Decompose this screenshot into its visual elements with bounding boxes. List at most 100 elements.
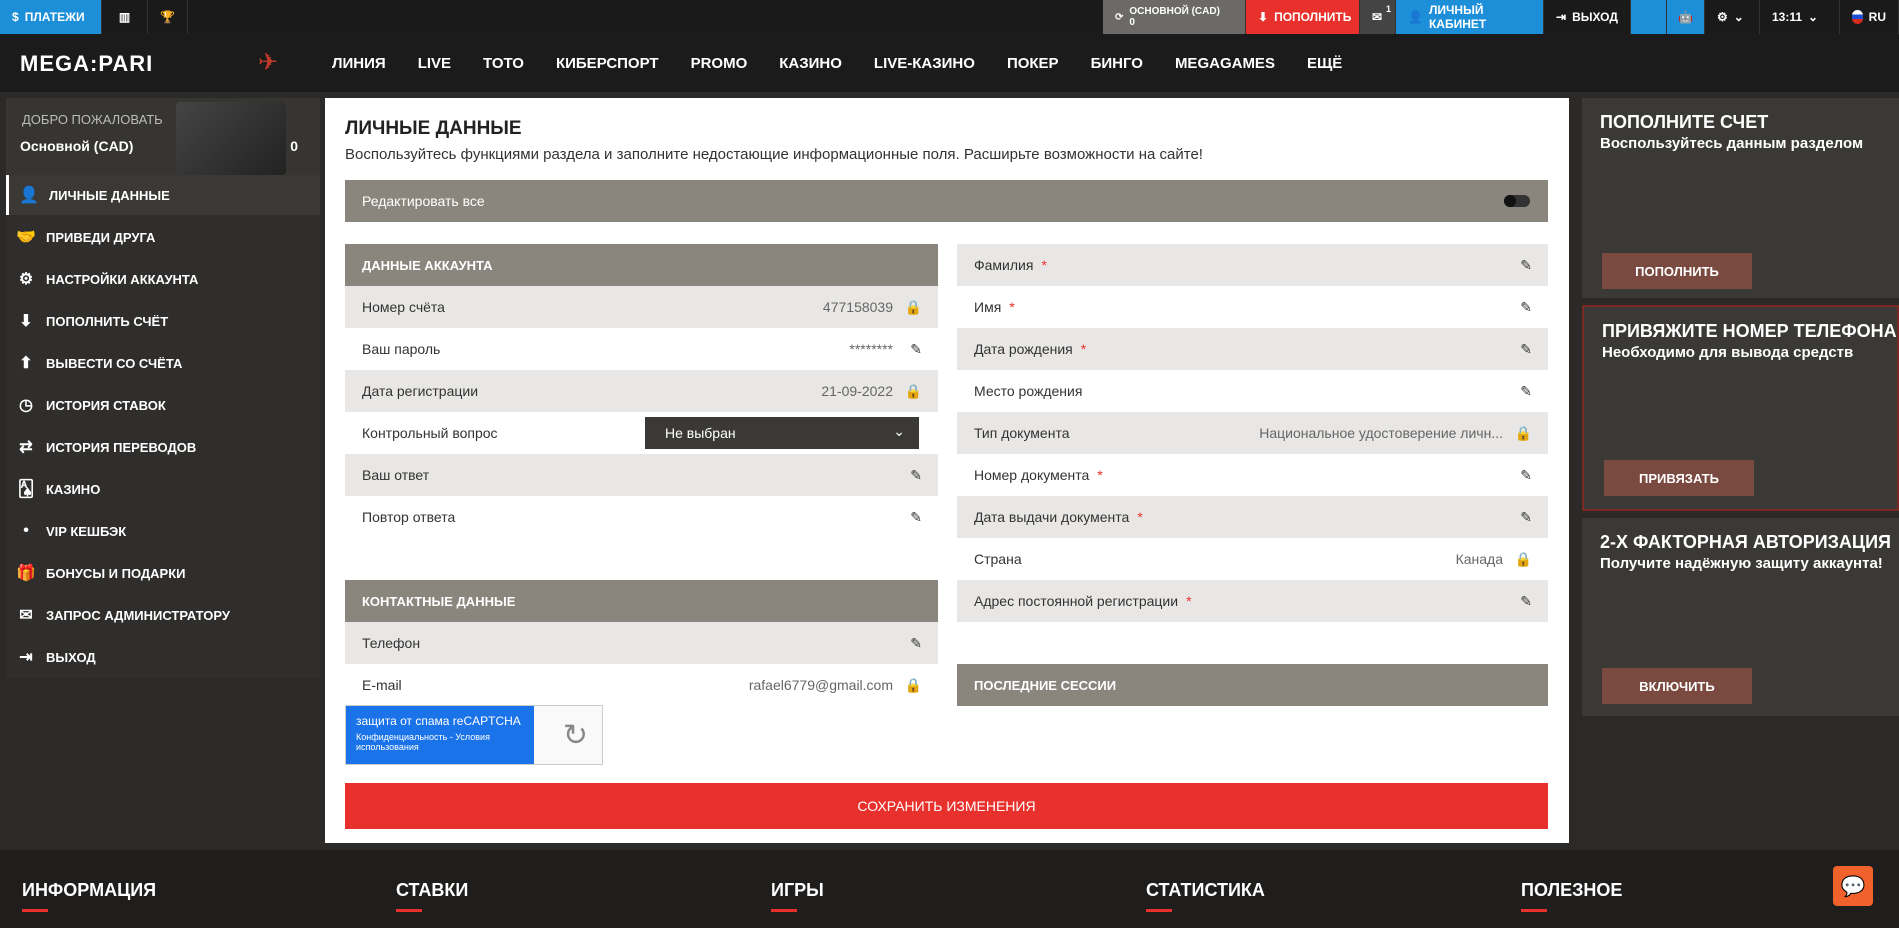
footer-heading: ИНФОРМАЦИЯ: [22, 880, 156, 912]
promo-button[interactable]: ПОПОЛНИТЬ: [1602, 253, 1752, 289]
answer-row[interactable]: Ваш ответ ✎: [345, 454, 938, 496]
personal-row[interactable]: Место рождения ✎: [957, 370, 1548, 412]
footer-heading: ПОЛЕЗНОЕ: [1521, 880, 1622, 912]
nav-item[interactable]: БИНГО: [1091, 55, 1143, 72]
android-icon[interactable]: 🤖: [1667, 0, 1705, 34]
cabinet-button[interactable]: 👤 ЛИЧНЫЙ КАБИНЕТ: [1396, 0, 1544, 34]
download-icon: ⬇: [1258, 10, 1269, 24]
nav-item[interactable]: MEGAGAMES: [1175, 55, 1275, 72]
footer: ИНФОРМАЦИЯ СТАВКИ ИГРЫ СТАТИСТИКА ПОЛЕЗНОЕ: [0, 850, 1899, 928]
pencil-icon[interactable]: ✎: [910, 341, 922, 358]
transfer-icon: ⇄: [19, 439, 33, 456]
time-display[interactable]: 13:11 ⌄: [1760, 0, 1840, 34]
nav-item[interactable]: КИБЕРСПОРТ: [556, 55, 659, 72]
nav-item[interactable]: КАЗИНО: [779, 55, 842, 72]
logout-button[interactable]: ⇥ ВЫХОД: [1544, 0, 1631, 34]
contact-row[interactable]: Телефон ✎: [345, 622, 938, 664]
row-label: Номер счёта: [362, 299, 445, 315]
required-mark: *: [1186, 593, 1192, 609]
plane-icon: ✈: [258, 49, 279, 76]
account-row: Номер счёта 477158039 🔒: [345, 286, 938, 328]
personal-row[interactable]: Имя * ✎: [957, 286, 1548, 328]
sidebar-item[interactable]: 🤝 ПРИВЕДИ ДРУГА: [6, 217, 320, 257]
gear-icon: ⚙: [1717, 10, 1728, 24]
row-value: Национальное удостоверение личн...: [1259, 425, 1503, 441]
pencil-icon[interactable]: ✎: [1520, 341, 1532, 358]
required-mark: *: [1137, 509, 1143, 525]
row-label: Дата регистрации: [362, 383, 479, 399]
recaptcha-badge[interactable]: защита от спама reCAPTCHA Конфиденциальн…: [345, 705, 603, 765]
required-mark: *: [1080, 341, 1087, 357]
language-select[interactable]: RU: [1840, 0, 1899, 34]
sidebar-item[interactable]: 🂡 КАЗИНО: [6, 469, 320, 509]
mail-count-badge: 1: [1385, 4, 1391, 14]
sidebar-item-label: КАЗИНО: [46, 481, 101, 497]
personal-row[interactable]: Номер документа * ✎: [957, 454, 1548, 496]
edit-all-toggle[interactable]: [1504, 195, 1530, 207]
pencil-icon[interactable]: ✎: [1520, 509, 1532, 526]
apple-icon[interactable]: [1631, 0, 1667, 34]
sidebar-item-label: ЛИЧНЫЕ ДАННЫЕ: [49, 187, 170, 203]
sidebar-item[interactable]: 👤 ЛИЧНЫЕ ДАННЫЕ: [6, 175, 320, 215]
cards-icon: 🂡: [17, 481, 35, 498]
account-switch[interactable]: ⟳ ОСНОВНОЙ (CAD) 0: [1103, 0, 1246, 34]
personal-row[interactable]: Фамилия * ✎: [957, 244, 1548, 286]
nav-item[interactable]: LIVE: [418, 55, 451, 72]
logo[interactable]: MEGA:PARI: [20, 51, 153, 77]
payments-button[interactable]: $ ПЛАТЕЖИ: [0, 0, 102, 34]
sidebar-item[interactable]: ⬇ ПОПОЛНИТЬ СЧЁТ: [6, 301, 320, 341]
pencil-icon[interactable]: ✎: [1520, 299, 1532, 316]
row-label: Адрес постоянной регистрации: [974, 593, 1179, 609]
nav-item[interactable]: ЛИНИЯ: [332, 55, 386, 72]
promo-button[interactable]: ПРИВЯЗАТЬ: [1604, 460, 1754, 496]
nav-item[interactable]: ТОТО: [483, 55, 524, 72]
answer-row[interactable]: Повтор ответа ✎: [345, 496, 938, 538]
save-changes-button[interactable]: СОХРАНИТЬ ИЗМЕНЕНИЯ: [345, 783, 1548, 829]
row-label: Телефон: [362, 635, 421, 651]
sidebar-item-label: ПОПОЛНИТЬ СЧЁТ: [46, 313, 169, 329]
pencil-icon[interactable]: ✎: [910, 509, 922, 526]
select-value: Не выбран: [665, 425, 736, 441]
recaptcha-links[interactable]: Конфиденциальность - Условия использован…: [356, 732, 524, 752]
sidebar-item[interactable]: ✉ ЗАПРОС АДМИНИСТРАТОРУ: [6, 595, 320, 635]
user-icon: 👤: [1408, 10, 1423, 24]
sidebar-item[interactable]: ⬆ ВЫВЕСТИ СО СЧЁТА: [6, 343, 320, 383]
personal-row[interactable]: Дата рождения * ✎: [957, 328, 1548, 370]
sidebar-item[interactable]: • VIP КЕШБЭК: [6, 511, 320, 551]
sidebar-item-label: VIP КЕШБЭК: [46, 523, 127, 539]
row-label: Имя: [974, 299, 1002, 315]
time-label: 13:11: [1772, 10, 1803, 24]
pencil-icon[interactable]: ✎: [910, 467, 922, 484]
sidebar-item[interactable]: 🎁 БОНУСЫ И ПОДАРКИ: [6, 553, 320, 593]
promo-button[interactable]: ВКЛЮЧИТЬ: [1602, 668, 1752, 704]
settings-button[interactable]: ⚙ ⌄: [1705, 0, 1760, 34]
nav-item[interactable]: ЕЩЁ: [1307, 55, 1342, 72]
security-question-select[interactable]: Не выбран ⌄: [645, 417, 919, 449]
pencil-icon[interactable]: ✎: [1520, 383, 1532, 400]
nav-item[interactable]: ПОКЕР: [1007, 55, 1059, 72]
exit-icon: ⇥: [1556, 10, 1567, 24]
required-mark: *: [1097, 467, 1103, 483]
stats-icon[interactable]: ▥: [102, 0, 148, 34]
trophy-icon[interactable]: 🏆: [148, 0, 188, 34]
pencil-icon[interactable]: ✎: [1520, 467, 1532, 484]
sidebar-item[interactable]: ⇥ ВЫХОД: [6, 637, 320, 677]
exit-icon: ⇥: [19, 649, 33, 666]
nav-item[interactable]: PROMO: [691, 55, 748, 72]
pencil-icon[interactable]: ✎: [1520, 257, 1532, 274]
chat-button[interactable]: 💬: [1833, 866, 1873, 906]
row-value: Канада: [1455, 551, 1503, 567]
required-mark: *: [1009, 299, 1015, 315]
deposit-button[interactable]: ⬇ ПОПОЛНИТЬ: [1246, 0, 1360, 34]
personal-row[interactable]: Адрес постоянной регистрации * ✎: [957, 580, 1548, 622]
promo-text: Необходимо для вывода средств: [1602, 344, 1854, 361]
chevron-down-icon: ⌄: [1733, 10, 1744, 24]
pencil-icon[interactable]: ✎: [1520, 593, 1532, 610]
mail-button[interactable]: ✉ 1: [1360, 0, 1396, 34]
sidebar-item[interactable]: ◷ ИСТОРИЯ СТАВОК: [6, 385, 320, 425]
nav-item[interactable]: LIVE-КАЗИНО: [874, 55, 975, 72]
personal-row[interactable]: Дата выдачи документа * ✎: [957, 496, 1548, 538]
sidebar-item[interactable]: ⇄ ИСТОРИЯ ПЕРЕВОДОВ: [6, 427, 320, 467]
sidebar-item[interactable]: ⚙ НАСТРОЙКИ АККАУНТА: [6, 259, 320, 299]
pencil-icon[interactable]: ✎: [910, 635, 922, 652]
